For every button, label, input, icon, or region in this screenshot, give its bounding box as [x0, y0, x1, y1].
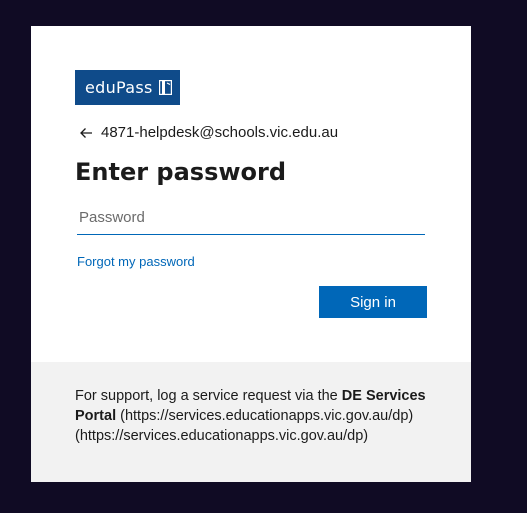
back-arrow-icon[interactable] — [79, 126, 93, 140]
sign-in-button[interactable]: Sign in — [319, 286, 427, 318]
support-text: For support, log a service request via t… — [75, 386, 435, 446]
password-input[interactable] — [77, 202, 429, 232]
identity-email: 4871-helpdesk@schools.vic.edu.au — [101, 124, 339, 141]
support-url-1: (https://services.educationapps.vic.gov.… — [116, 408, 414, 424]
book-icon — [158, 80, 172, 95]
support-prefix: For support, log a service request via t… — [75, 388, 342, 404]
support-url-2: (https://services.educationapps.vic.gov.… — [75, 428, 369, 444]
identity-row: 4871-helpdesk@schools.vic.edu.au — [79, 124, 338, 141]
logo-text: eduPass — [85, 78, 153, 97]
password-field — [77, 202, 429, 235]
edupass-logo: eduPass — [75, 70, 180, 105]
page-title: Enter password — [75, 158, 287, 186]
support-footer: For support, log a service request via t… — [31, 362, 471, 482]
forgot-password-link[interactable]: Forgot my password — [77, 254, 195, 269]
signin-card: eduPass 4871-helpdesk@schools.vic.edu.au… — [31, 26, 471, 482]
